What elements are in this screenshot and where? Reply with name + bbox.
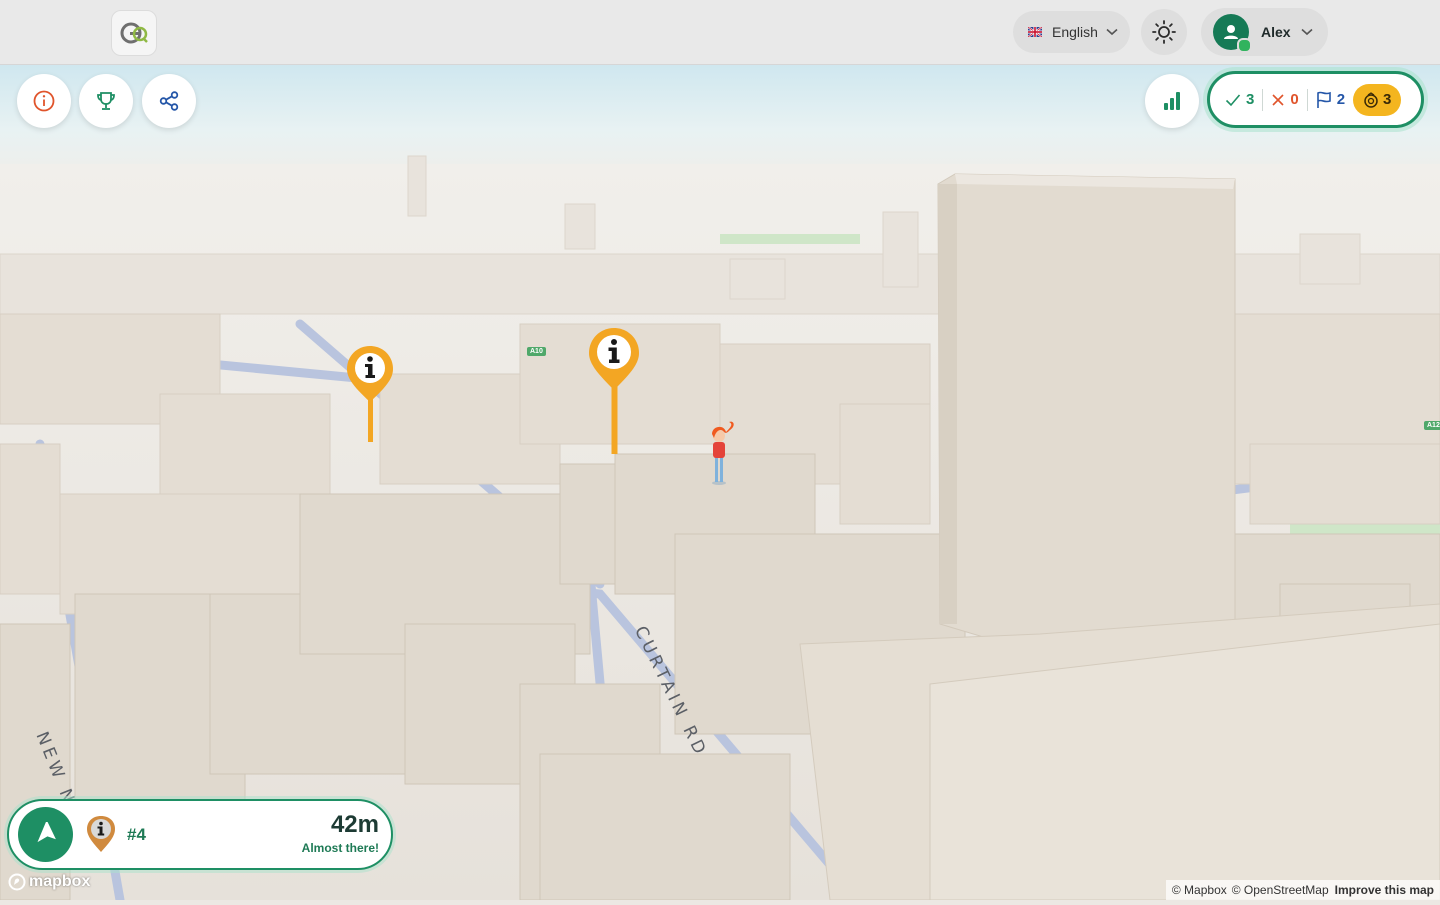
navigation-card[interactable]: #4 42m Almost there! [7, 799, 393, 870]
info-icon [87, 816, 115, 852]
distance-message: Almost there! [301, 841, 379, 855]
wrong-count: 0 [1271, 91, 1299, 108]
target-marker [85, 814, 117, 859]
flags-count: 2 [1316, 91, 1345, 109]
wrong-value: 0 [1290, 91, 1299, 108]
info-icon [347, 346, 393, 442]
info-button[interactable] [17, 74, 71, 128]
app-logo[interactable] [111, 10, 157, 56]
info-marker[interactable] [345, 344, 395, 446]
user-menu[interactable]: Alex [1201, 8, 1328, 56]
chevron-down-icon [1301, 28, 1313, 36]
correct-value: 3 [1246, 91, 1255, 108]
stats-button[interactable] [1145, 74, 1199, 128]
mapbox-logo[interactable]: mapbox [8, 873, 90, 891]
uk-flag-icon [1028, 27, 1042, 37]
correct-count: 3 [1225, 91, 1254, 108]
info-icon [33, 90, 55, 112]
language-selector[interactable]: English [1013, 11, 1130, 53]
road-shield: A12 [1424, 421, 1440, 430]
player-avatar-icon [708, 420, 738, 486]
target-number: #4 [127, 825, 146, 844]
navigation-arrow-icon [37, 821, 56, 842]
info-marker[interactable] [587, 326, 641, 456]
attribution-mapbox[interactable]: © Mapbox [1172, 883, 1227, 897]
bar-chart-icon [1164, 92, 1180, 110]
language-label: English [1052, 24, 1098, 40]
sun-icon [1152, 20, 1176, 44]
navigate-button[interactable] [18, 807, 73, 862]
road-shield: A10 [527, 347, 546, 356]
divider [1262, 88, 1264, 111]
improve-map-link[interactable]: Improve this map [1335, 883, 1434, 897]
trophy-icon [97, 92, 115, 110]
share-icon [159, 91, 179, 111]
theme-toggle-button[interactable] [1141, 9, 1187, 55]
online-status-dot [1237, 38, 1252, 53]
share-button[interactable] [142, 74, 196, 128]
avatar [1213, 14, 1252, 53]
close-icon [1272, 93, 1284, 106]
logo-icon [120, 22, 148, 44]
top-bar: English Alex [0, 0, 1440, 65]
info-icon [589, 328, 639, 454]
score-panel: 3 0 2 3 [1207, 71, 1424, 128]
user-name: Alex [1261, 24, 1291, 40]
trophy-button[interactable] [79, 74, 133, 128]
coins-value: 3 [1383, 91, 1392, 108]
map-canvas[interactable]: NEW N PL CURTAIN RD A10 A12 [0, 64, 1440, 905]
mapbox-icon [8, 873, 26, 891]
mapbox-logo-text: mapbox [29, 873, 91, 890]
check-icon [1225, 93, 1241, 106]
flag-icon [1316, 91, 1331, 108]
chevron-down-icon [1106, 28, 1118, 36]
coins-icon [1364, 91, 1378, 108]
distance-value: 42m [330, 811, 379, 838]
divider [1306, 88, 1308, 111]
coins-badge: 3 [1353, 83, 1402, 116]
flags-value: 2 [1336, 91, 1346, 108]
map-attribution: © Mapbox © OpenStreetMap Improve this ma… [1165, 880, 1440, 900]
attribution-osm[interactable]: © OpenStreetMap [1232, 883, 1329, 897]
